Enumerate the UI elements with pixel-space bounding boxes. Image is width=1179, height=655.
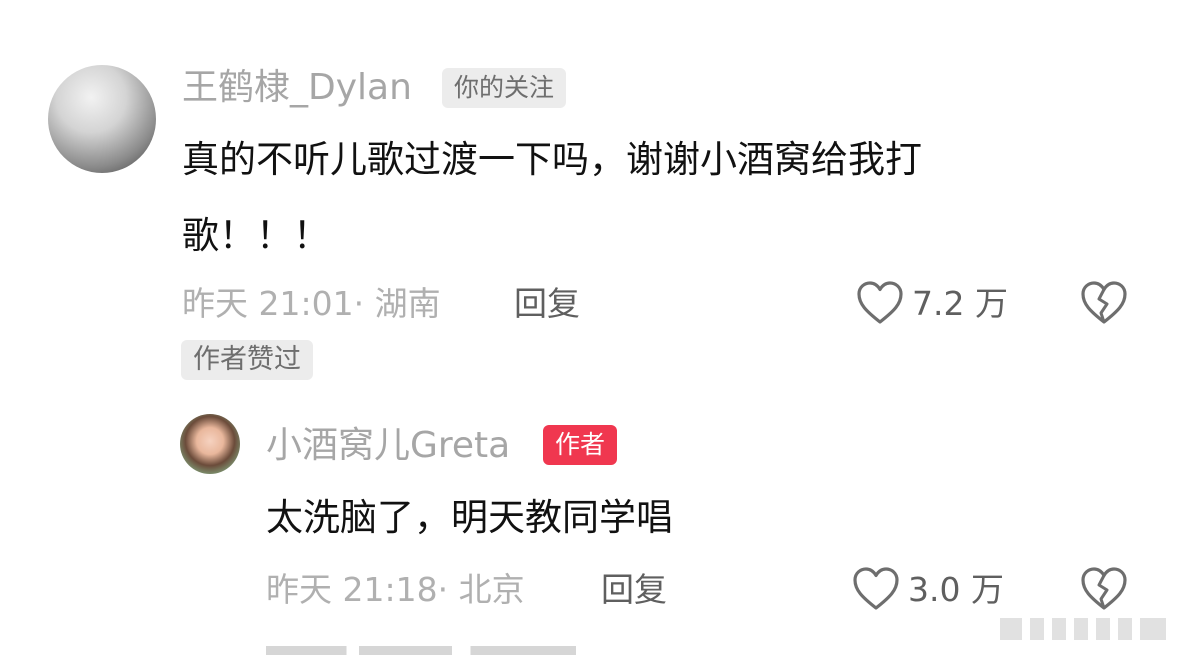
like-count: 3.0 万 [908,570,1004,609]
broken-heart-icon[interactable] [1080,280,1128,326]
comment-text-line: 歌！！！ [182,214,330,257]
author-badge: 作者 [543,425,618,465]
comment-time-location: 昨天 21:01· 湖南 [182,284,441,323]
heart-outline-icon[interactable] [856,280,904,326]
watermark [1000,618,1170,640]
heart-outline-icon[interactable] [852,566,900,612]
reply-button[interactable]: 回复 [601,568,667,612]
comment-username[interactable]: 王鹤棣_Dylan [182,66,412,110]
avatar[interactable] [180,414,240,474]
comment-text: 真的不听儿歌过渡一下吗，谢谢小酒窝给我打 歌！！！ [182,122,1102,274]
broken-heart-icon[interactable] [1080,566,1128,612]
avatar[interactable] [48,65,156,173]
reply-button[interactable]: 回复 [514,282,580,326]
reply-time-location: 昨天 21:18· 北京 [266,570,525,609]
author-liked-tag: 作者赞过 [181,340,313,380]
following-badge: 你的关注 [442,68,567,108]
next-item-peek [266,646,576,655]
comment-text-line: 真的不听儿歌过渡一下吗，谢谢小酒窝给我打 [182,138,922,181]
reply-text: 太洗脑了，明天教同学唱 [266,496,673,539]
like-count: 7.2 万 [912,284,1008,323]
reply-username[interactable]: 小酒窝儿Greta [266,424,510,468]
